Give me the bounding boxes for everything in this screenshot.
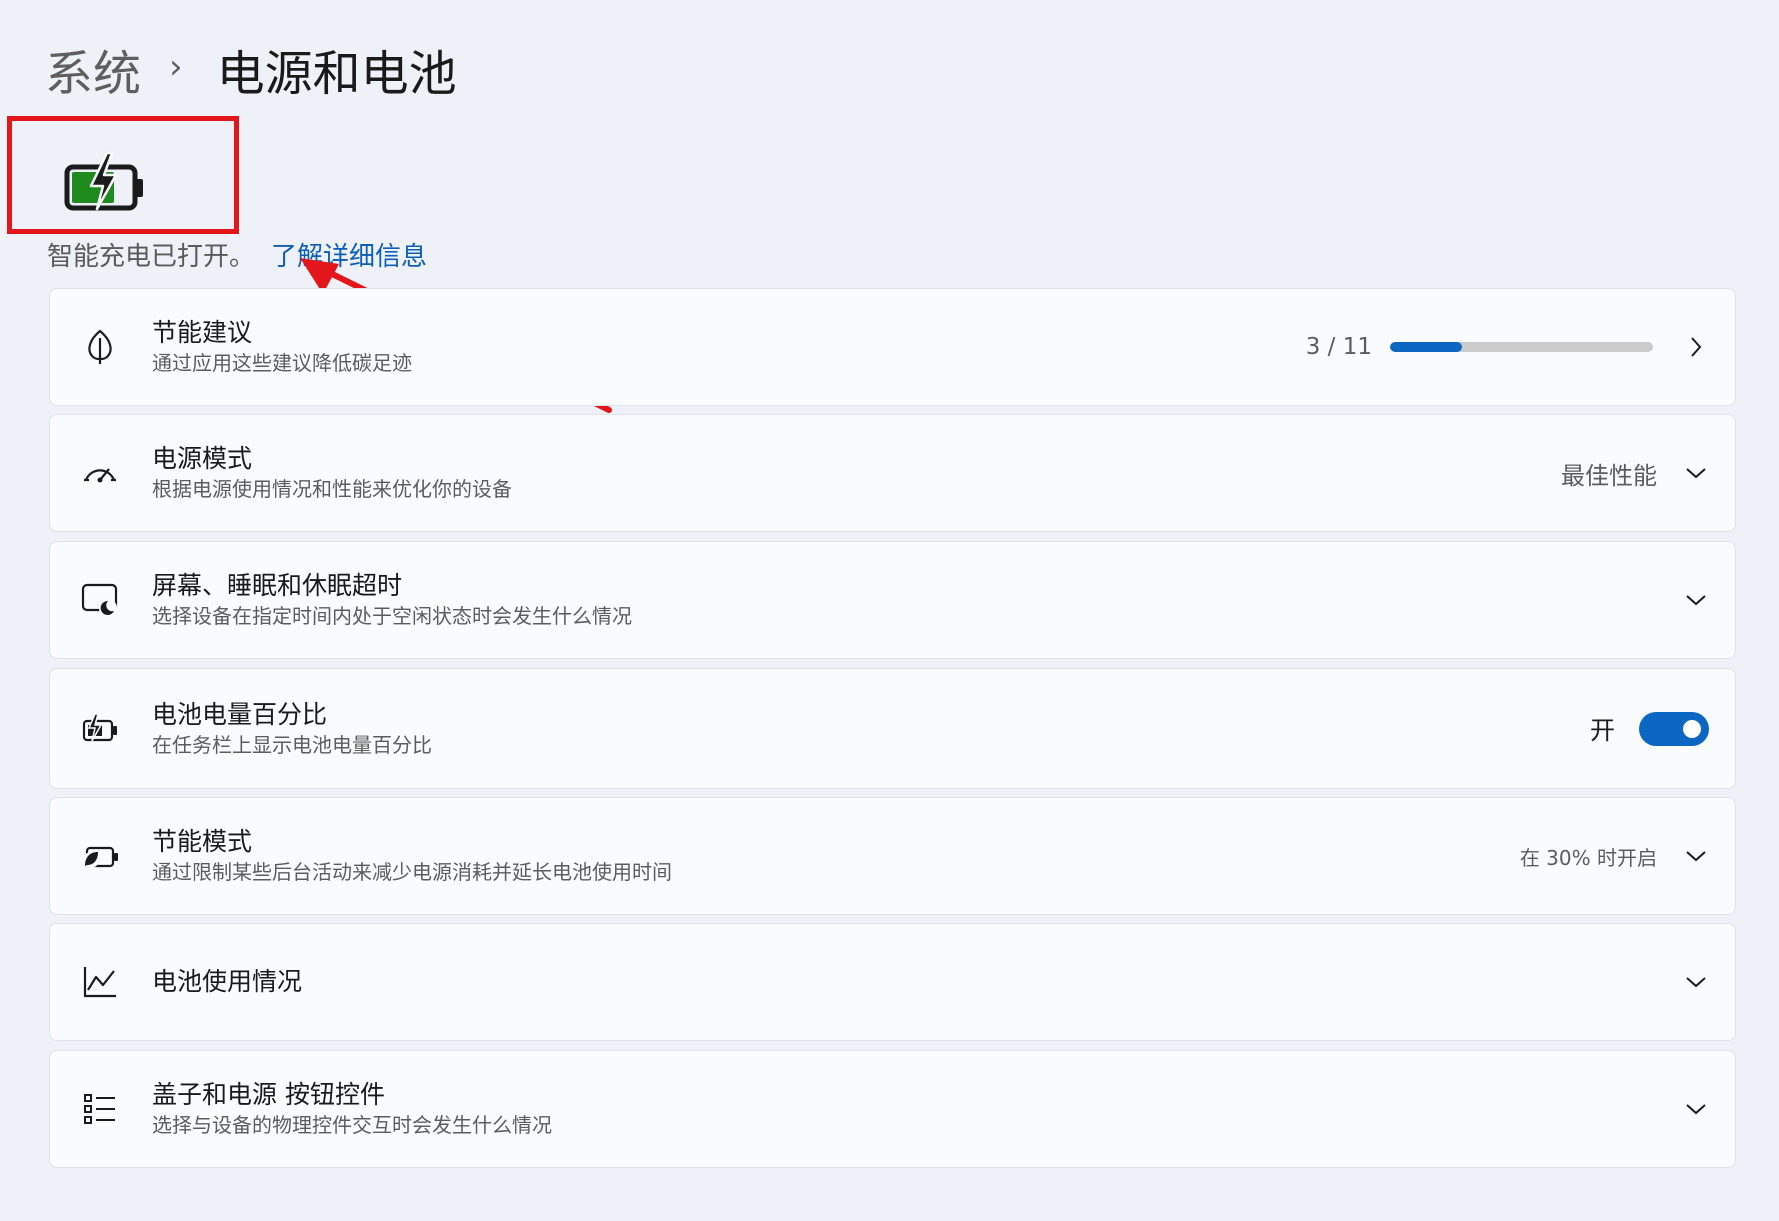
card-title: 电池电量百分比 — [152, 699, 328, 729]
breadcrumb-parent[interactable]: 系统 — [45, 34, 141, 104]
learn-more-link[interactable]: 了解详细信息 — [271, 236, 427, 273]
recommendations-count: 3 / 11 — [1305, 334, 1372, 360]
list-icon — [80, 1089, 120, 1129]
battery-usage-card[interactable]: 电池使用情况 — [49, 923, 1736, 1041]
chevron-down-icon[interactable] — [1683, 969, 1709, 995]
battery-saver-card[interactable]: 节能模式 通过限制某些后台活动来减少电源消耗并延长电池使用时间 在 30% 时开… — [49, 797, 1736, 915]
card-subtitle: 选择与设备的物理控件交互时会发生什么情况 — [152, 1113, 552, 1137]
smart-charging-text: 智能充电已打开。 — [47, 242, 256, 272]
chevron-down-icon[interactable] — [1683, 1096, 1709, 1122]
line-chart-icon — [80, 962, 120, 1002]
recommendations-progress-bar — [1390, 342, 1653, 352]
battery-percentage-card: 电池电量百分比 在任务栏上显示电池电量百分比 开 — [49, 668, 1736, 789]
progress-fill — [1390, 342, 1462, 352]
chevron-right-icon — [1683, 334, 1709, 360]
toggle-state-label: 开 — [1589, 715, 1615, 745]
breadcrumb-separator: › — [169, 47, 183, 87]
lid-power-buttons-card[interactable]: 盖子和电源 按钮控件 选择与设备的物理控件交互时会发生什么情况 — [49, 1050, 1736, 1168]
page-title: 电源和电池 — [216, 46, 457, 102]
leaf-icon — [80, 327, 120, 367]
smart-charging-status: 智能充电已打开。 了解详细信息 — [47, 236, 427, 273]
energy-recommendations-card[interactable]: 节能建议 通过应用这些建议降低碳足迹 3 / 11 — [49, 288, 1736, 406]
chevron-down-icon[interactable] — [1683, 587, 1709, 613]
card-title: 节能建议 — [152, 318, 253, 347]
power-mode-card[interactable]: 电源模式 根据电源使用情况和性能来优化你的设备 最佳性能 — [49, 414, 1736, 532]
toggle-knob — [1683, 719, 1701, 738]
card-subtitle: 在任务栏上显示电池电量百分比 — [152, 732, 432, 757]
screen-sleep-icon — [80, 580, 120, 620]
chevron-down-icon[interactable] — [1683, 843, 1709, 869]
battery-percentage-toggle[interactable] — [1639, 711, 1709, 746]
battery-saver-threshold: 在 30% 时开启 — [1519, 845, 1657, 870]
card-title: 电池使用情况 — [152, 967, 303, 996]
breadcrumb: 系统 › 电源和电池 — [45, 36, 457, 102]
card-title: 电源模式 — [152, 444, 253, 473]
screen-sleep-card[interactable]: 屏幕、睡眠和休眠超时 选择设备在指定时间内处于空闲状态时会发生什么情况 — [49, 541, 1736, 659]
chevron-down-icon[interactable] — [1683, 460, 1709, 486]
card-subtitle: 通过限制某些后台活动来减少电源消耗并延长电池使用时间 — [152, 860, 672, 884]
battery-charging-icon — [80, 709, 120, 749]
card-title: 节能模式 — [152, 827, 253, 856]
battery-charging-large-icon — [64, 151, 143, 211]
power-mode-dropdown[interactable]: 最佳性能 — [1561, 456, 1657, 491]
annotation-highlight-box — [7, 116, 239, 234]
card-subtitle: 选择设备在指定时间内处于空闲状态时会发生什么情况 — [152, 604, 632, 628]
card-title: 盖子和电源 按钮控件 — [152, 1080, 385, 1109]
card-subtitle: 通过应用这些建议降低碳足迹 — [152, 351, 412, 375]
card-title: 屏幕、睡眠和休眠超时 — [152, 571, 403, 600]
speedometer-icon — [80, 453, 120, 493]
battery-saver-icon — [80, 836, 120, 876]
card-subtitle: 根据电源使用情况和性能来优化你的设备 — [152, 477, 512, 501]
